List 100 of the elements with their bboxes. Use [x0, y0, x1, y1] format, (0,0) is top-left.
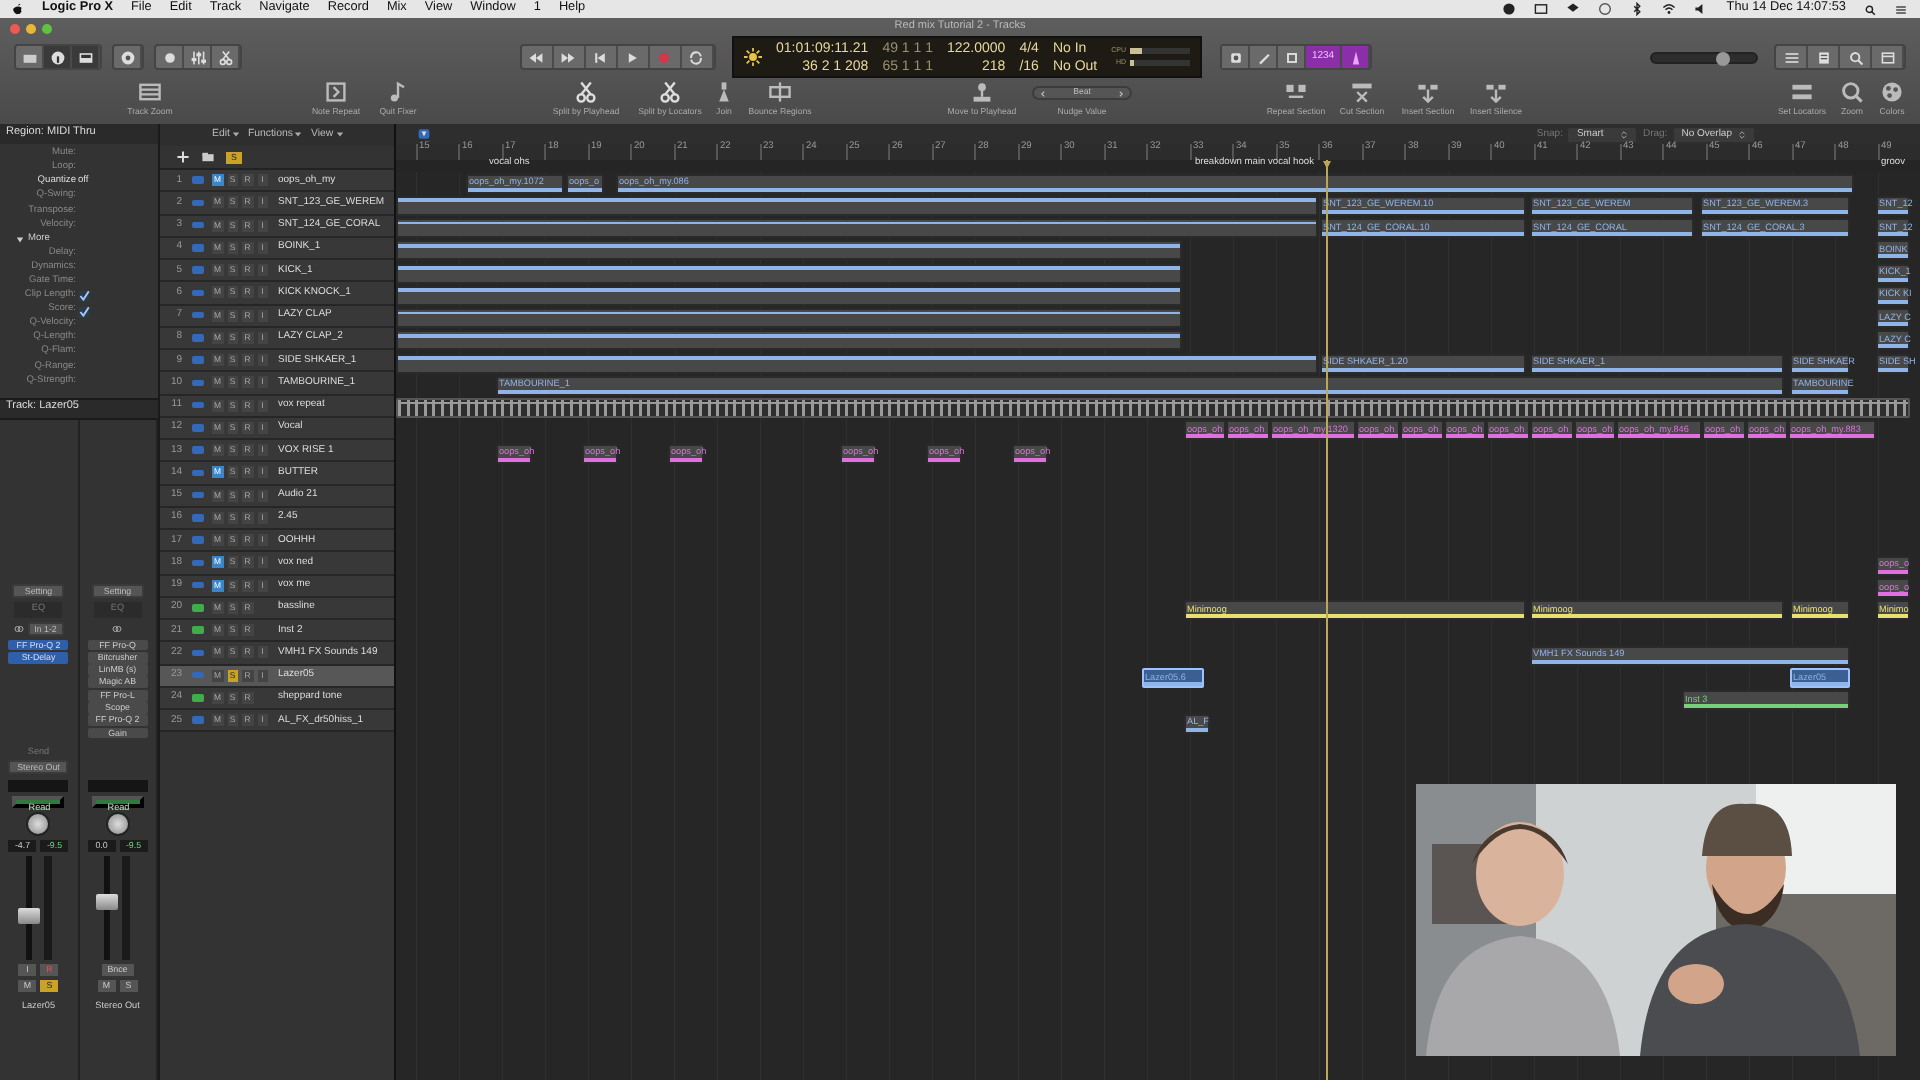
fast-forward-icon	[560, 49, 577, 65]
audio-track-icon	[192, 356, 204, 364]
toolbar-button[interactable]	[72, 46, 100, 68]
search-icon[interactable]	[1864, 3, 1876, 15]
audio-track-icon	[192, 401, 204, 409]
play-icon	[624, 49, 641, 65]
square-icon	[1283, 49, 1300, 65]
audio-track-icon	[192, 581, 204, 589]
audio-track-icon	[192, 559, 204, 567]
audio-track-icon	[192, 649, 204, 657]
catch-playhead-icon[interactable]	[415, 128, 431, 140]
audio-track-icon	[192, 716, 204, 724]
insert-section-icon	[1416, 80, 1440, 104]
audio-track-icon	[192, 671, 204, 679]
instrument-track-icon	[192, 626, 204, 634]
pan-knob[interactable]	[26, 811, 51, 836]
level-meter	[43, 855, 52, 960]
audio-track-icon	[192, 536, 204, 544]
bounce-icon	[768, 80, 792, 104]
menu-icon[interactable]	[1894, 3, 1908, 15]
audio-track-icon	[192, 379, 204, 387]
skip-to-start-icon	[592, 49, 609, 65]
audio-track-icon	[192, 221, 204, 229]
add-track-icon[interactable]	[176, 150, 190, 164]
track-zoom-icon	[138, 80, 162, 104]
region[interactable]	[395, 263, 1181, 283]
region[interactable]	[395, 218, 1317, 238]
updown-arrows-icon[interactable]	[1738, 129, 1746, 139]
apple-menu-icon[interactable]	[12, 2, 24, 16]
cut-section-icon	[1350, 80, 1374, 104]
audio-track-icon	[192, 514, 204, 522]
checkbox[interactable]	[78, 305, 90, 318]
audio-track-icon	[192, 266, 204, 274]
fader-handle[interactable]	[17, 907, 40, 924]
updown-arrows-icon[interactable]	[1620, 129, 1629, 139]
audio-track-icon	[192, 244, 204, 252]
loop-icon	[1847, 49, 1863, 65]
tuner-icon	[1227, 49, 1244, 65]
level-meter	[122, 855, 131, 960]
sun-icon[interactable]	[743, 48, 762, 66]
scissors-icon	[217, 49, 233, 65]
audio-track-icon	[192, 491, 204, 499]
audio-track-icon	[192, 446, 204, 454]
master-volume-slider[interactable]	[1650, 51, 1758, 63]
zoom-button[interactable]	[42, 24, 52, 34]
link-icon[interactable]	[112, 623, 123, 634]
tuner-button[interactable]	[1222, 46, 1251, 68]
repeat-section-icon	[1284, 80, 1308, 104]
region[interactable]	[395, 353, 1317, 373]
fader-handle[interactable]	[96, 894, 119, 910]
notepad-icon	[1815, 49, 1831, 65]
pencil-icon	[1255, 49, 1272, 65]
browser-icon	[1879, 49, 1895, 65]
pan-knob[interactable]	[105, 811, 130, 836]
audio-track-icon	[192, 199, 204, 207]
instrument-track-icon	[192, 694, 204, 702]
cycle-icon	[688, 49, 705, 65]
metronome-icon	[1347, 49, 1364, 65]
region[interactable]	[395, 330, 1181, 351]
region[interactable]	[395, 195, 1317, 216]
audio-track-icon	[192, 176, 204, 184]
note-repeat-icon	[324, 80, 348, 104]
metronome-button[interactable]	[1342, 46, 1371, 68]
info-icon	[49, 49, 65, 65]
locators-icon	[1790, 80, 1814, 104]
zoom-icon	[1840, 80, 1864, 104]
wifi-icon[interactable]	[1662, 2, 1677, 16]
region[interactable]	[395, 285, 1181, 306]
info-button[interactable]	[44, 46, 72, 68]
folder-icon[interactable]	[200, 150, 216, 164]
record-icon	[656, 49, 673, 65]
mixer-icon	[189, 49, 205, 65]
help-icon	[119, 49, 135, 65]
audio-track-icon	[192, 469, 204, 477]
minimize-button[interactable]	[26, 24, 36, 34]
link-icon[interactable]	[13, 623, 24, 634]
caret-icon[interactable]	[335, 130, 344, 139]
caret-icon[interactable]	[294, 130, 303, 139]
region[interactable]	[395, 240, 1181, 261]
checkbox[interactable]	[78, 290, 90, 303]
audio-track-icon	[192, 289, 204, 297]
region[interactable]	[395, 308, 1181, 328]
note-icon	[386, 80, 410, 104]
library-icon	[21, 49, 37, 65]
instrument-track-icon	[192, 604, 204, 612]
palette-icon	[1880, 80, 1904, 104]
caret-icon[interactable]	[231, 130, 240, 139]
disclosure-triangle-icon[interactable]	[16, 236, 24, 245]
scissors-icon	[658, 80, 682, 104]
playhead-line[interactable]	[1325, 160, 1327, 1080]
screen-icon[interactable]	[1534, 2, 1549, 16]
list-icon	[1783, 49, 1799, 65]
bluetooth-icon[interactable]	[1630, 2, 1645, 16]
joystick-icon	[970, 80, 994, 104]
rewind-icon	[528, 49, 545, 65]
audio-track-icon	[192, 311, 204, 319]
audio-track-icon	[192, 334, 204, 342]
pattern-region[interactable]	[395, 398, 1909, 418]
audio-track-icon	[192, 424, 204, 432]
toolbar-icon	[77, 49, 93, 65]
